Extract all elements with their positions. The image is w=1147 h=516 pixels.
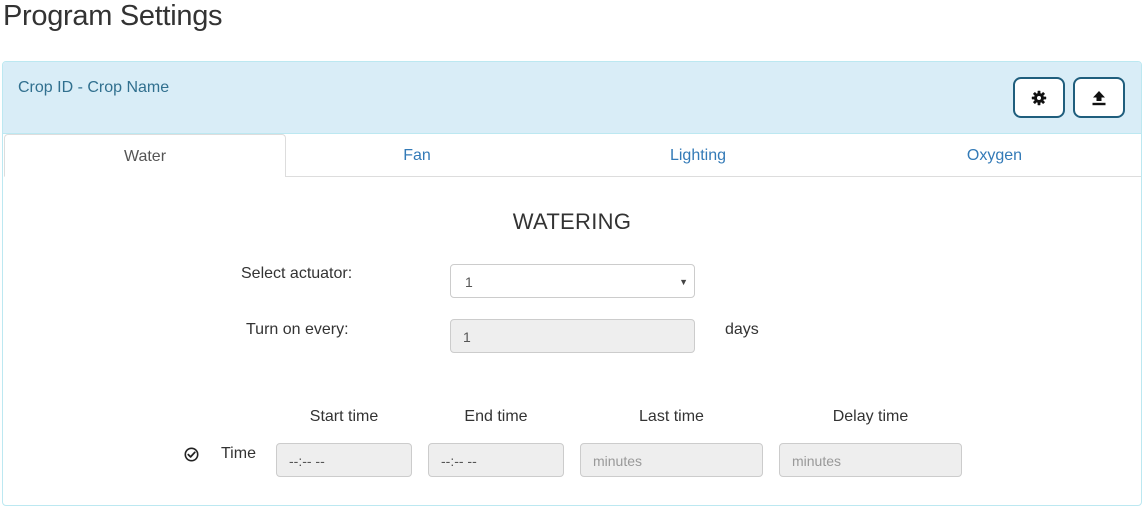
col-head-end-time: End time [464,408,528,425]
tab-fan[interactable]: Fan [286,134,548,177]
tab-water[interactable]: Water [4,134,286,177]
delay-time-input[interactable]: minutes [779,443,962,477]
tab-lighting[interactable]: Lighting [548,134,848,177]
turn-on-interval-input[interactable]: 1 [450,319,695,353]
col-head-delay-time: Delay time [832,408,909,425]
tabs-divider [285,176,1141,177]
actuator-label: Select actuator: [241,265,353,282]
col-head-last-time: Last time [639,408,704,425]
last-time-input[interactable]: minutes [580,443,763,477]
tab-oxygen[interactable]: Oxygen [848,134,1141,177]
end-time-input[interactable]: --:-- -- [428,443,564,477]
section-title: WATERING [512,209,632,234]
upload-button[interactable] [1073,77,1125,118]
time-row-label: Time [221,445,256,462]
gear-icon [1031,90,1047,105]
turn-on-unit: days [725,321,759,338]
check-circle-icon[interactable] [184,447,199,462]
actuator-select-value: 1 [465,274,473,290]
page-title: Program Settings [3,0,223,32]
settings-button[interactable] [1013,77,1065,118]
turn-on-label: Turn on every: [246,321,349,338]
tab-bar: Water Fan Lighting Oxygen [3,134,1141,177]
chevron-down-icon: ▼ [679,277,688,287]
start-time-input[interactable]: --:-- -- [276,443,412,477]
upload-icon [1092,90,1106,105]
crop-title: Crop ID - Crop Name [18,79,170,96]
col-head-start-time: Start time [309,408,379,425]
actuator-select[interactable]: 1 ▼ [450,264,695,298]
settings-panel: Crop ID - Crop Name Water Fan Lighting O… [2,61,1142,506]
panel-heading: Crop ID - Crop Name [3,62,1141,134]
